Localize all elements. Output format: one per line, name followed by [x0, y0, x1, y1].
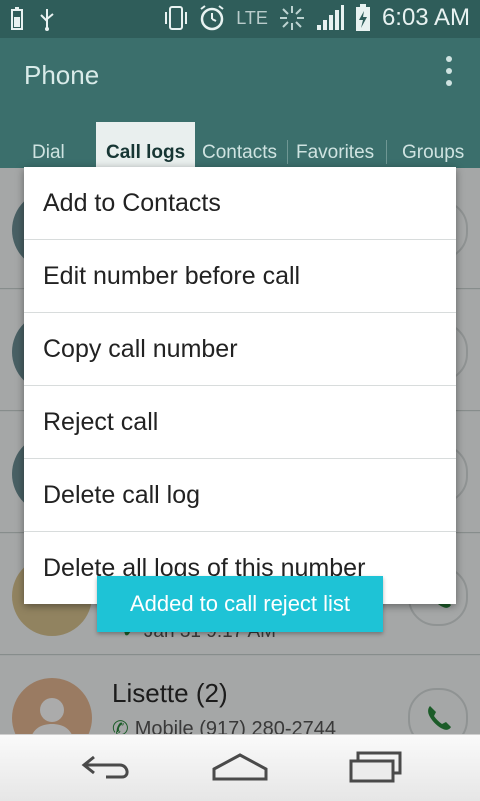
- tab-bar: Dial Call logs Contacts Favorites Groups: [0, 110, 480, 168]
- network-type-label: LTE: [236, 7, 268, 28]
- context-menu: Add to Contacts Edit number before call …: [24, 167, 456, 604]
- menu-item-copy-number[interactable]: Copy call number: [24, 313, 456, 386]
- tab-call-logs[interactable]: Call logs: [96, 122, 196, 168]
- tab-dial[interactable]: Dial: [32, 142, 65, 164]
- tab-divider: [386, 140, 387, 164]
- menu-item-delete-call-log[interactable]: Delete call log: [24, 459, 456, 532]
- data-activity-icon: [279, 6, 304, 30]
- home-icon[interactable]: [210, 751, 270, 783]
- status-time: 6:03 AM: [381, 4, 470, 31]
- tab-favorites[interactable]: Favorites: [296, 142, 374, 164]
- battery-charging-icon: [355, 4, 370, 31]
- battery-small-icon: [11, 7, 23, 30]
- menu-item-reject-call[interactable]: Reject call: [24, 386, 456, 459]
- usb-icon: [40, 9, 54, 31]
- nav-bar: [0, 734, 480, 801]
- tab-divider: [287, 140, 288, 164]
- menu-item-edit-number[interactable]: Edit number before call: [24, 240, 456, 313]
- menu-item-add-to-contacts[interactable]: Add to Contacts: [24, 167, 456, 240]
- app-title: Phone: [24, 60, 100, 90]
- alarm-icon: [200, 5, 224, 31]
- back-icon[interactable]: [80, 751, 136, 783]
- vibrate-icon: [165, 6, 188, 30]
- status-bar: LTE 6:03 AM: [0, 0, 480, 38]
- app-bar: Phone: [0, 38, 480, 110]
- tab-groups[interactable]: Groups: [402, 142, 464, 164]
- more-vert-icon[interactable]: [446, 56, 454, 86]
- toast-message: Added to call reject list: [97, 576, 383, 632]
- tab-contacts[interactable]: Contacts: [202, 142, 277, 164]
- signal-icon: [316, 5, 344, 30]
- recents-icon[interactable]: [348, 751, 404, 783]
